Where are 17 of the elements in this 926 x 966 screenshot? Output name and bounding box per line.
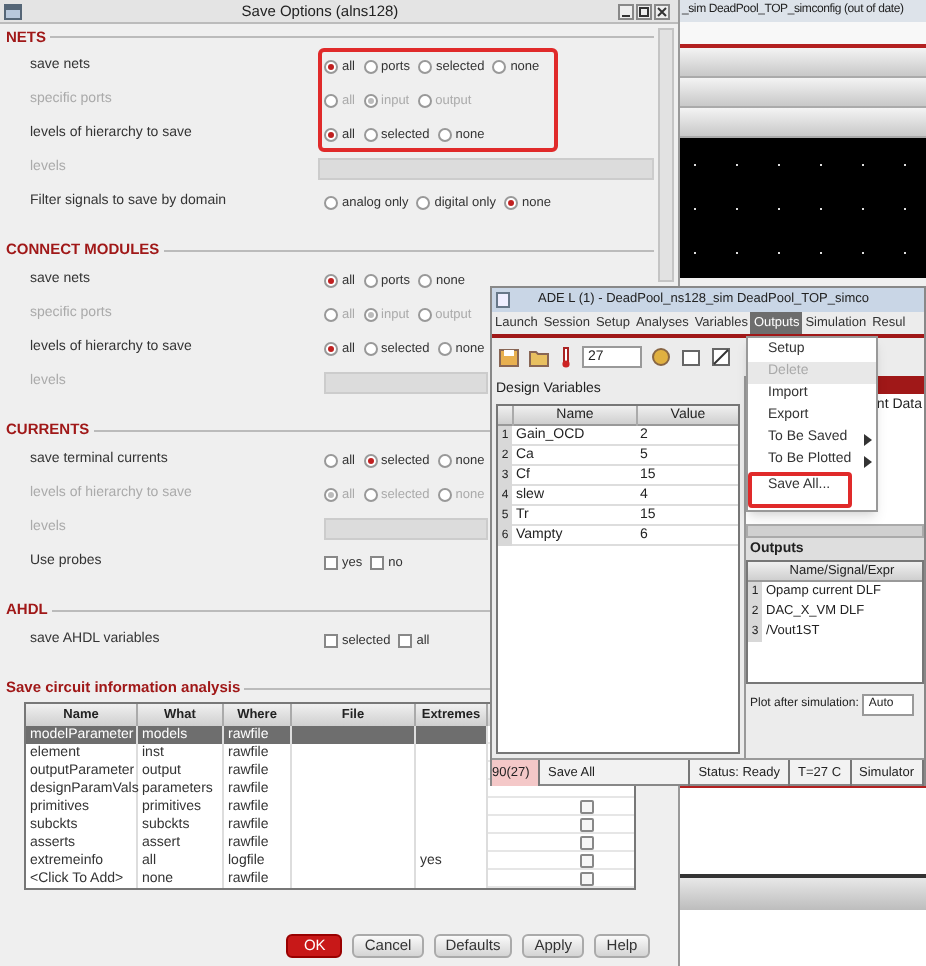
edit-icon[interactable] [710,346,732,368]
checkbox[interactable] [580,799,594,813]
thermometer-icon [558,346,574,368]
scrollbar[interactable] [746,524,924,538]
window-icon[interactable] [680,346,702,368]
folder-icon[interactable] [528,346,550,368]
checkbox[interactable] [580,853,594,867]
checkbox[interactable] [580,871,594,885]
checkbox[interactable] [580,817,594,831]
app-icon [4,3,22,19]
maximize-icon[interactable] [636,3,652,19]
scrollbar[interactable] [658,28,674,282]
save-icon[interactable] [498,346,520,368]
app-icon [496,292,510,308]
minimize-icon[interactable] [618,3,634,19]
close-icon[interactable] [654,3,670,19]
checkbox[interactable] [580,835,594,849]
